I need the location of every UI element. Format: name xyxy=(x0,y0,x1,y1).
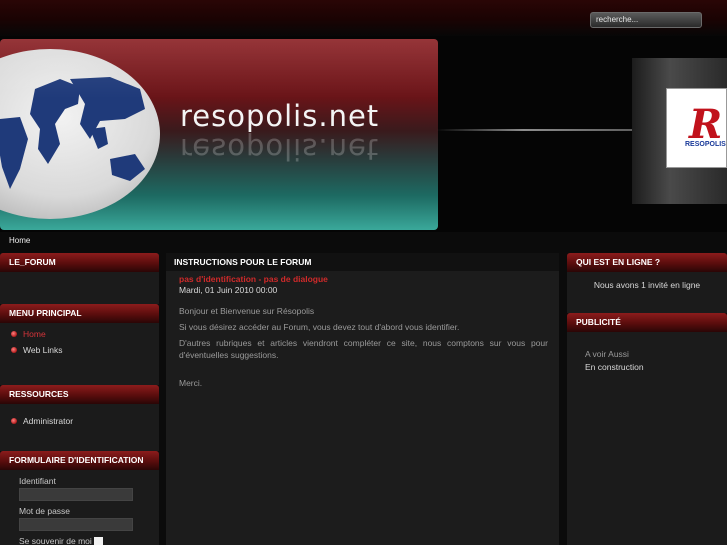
username-field[interactable] xyxy=(19,488,133,501)
right-column: QUI EST EN LIGNE ? Nous avons 1 invité e… xyxy=(567,253,727,545)
ressources-body: Administrator xyxy=(0,404,159,451)
site-title-reflection: resopolis.net xyxy=(180,132,380,166)
breadcrumb[interactable]: Home xyxy=(9,236,30,245)
pub-title: PUBLICITÉ xyxy=(567,313,727,332)
ressources-title: RESSOURCES xyxy=(0,385,159,404)
remember-label: Se souvenir de moi xyxy=(19,536,92,545)
article-paragraph: Merci. xyxy=(179,378,203,388)
menu-item-web-links[interactable]: Web Links xyxy=(0,342,159,358)
article-body: Bonjour et Bienvenue sur Résopolis Si vo… xyxy=(166,295,559,389)
menu-body: Home Web Links xyxy=(0,323,159,385)
le-forum-title: LE_FORUM xyxy=(0,253,159,272)
article-paragraph: D'autres rubriques et articles viendront… xyxy=(179,338,548,360)
menu-item-label: Administrator xyxy=(23,416,74,426)
pub-line-1: A voir Aussi xyxy=(585,349,629,359)
pub-line-2: En construction xyxy=(585,362,644,372)
main-content: INSTRUCTIONS POUR LE FORUM pas d'identif… xyxy=(166,253,559,545)
search-input[interactable]: recherche... xyxy=(590,12,702,28)
article-paragraph: Bonjour et Bienvenue sur Résopolis xyxy=(179,306,315,316)
bullet-icon xyxy=(11,331,17,337)
password-field[interactable] xyxy=(19,518,133,531)
article-title[interactable]: pas d'identification - pas de dialogue xyxy=(166,271,559,284)
remember-row: Se souvenir de moi xyxy=(0,535,159,545)
menu-item-administrator[interactable]: Administrator xyxy=(0,413,159,429)
menu-item-label: Web Links xyxy=(23,345,63,355)
online-title: QUI EST EN LIGNE ? xyxy=(567,253,727,272)
main-title: INSTRUCTIONS POUR LE FORUM xyxy=(166,253,559,271)
pub-body: A voir Aussi En construction xyxy=(567,332,727,545)
top-bar: recherche... xyxy=(0,0,727,36)
bullet-icon xyxy=(11,418,17,424)
login-body: Identifiant Mot de passe Se souvenir de … xyxy=(0,470,159,545)
menu-item-label: Home xyxy=(23,329,46,339)
site-title: resopolis.net xyxy=(180,99,380,133)
username-label: Identifiant xyxy=(19,476,56,486)
login-title: FORMULAIRE D'IDENTIFICATION xyxy=(0,451,159,470)
remember-checkbox[interactable] xyxy=(93,536,103,545)
password-label: Mot de passe xyxy=(19,506,71,516)
online-body: Nous avons 1 invité en ligne xyxy=(567,272,727,313)
resopolis-logo: R RESOPOLIS xyxy=(666,88,727,168)
le-forum-body xyxy=(0,272,159,304)
left-column: LE_FORUM MENU PRINCIPAL Home Web Links R… xyxy=(0,253,159,545)
banner-shine xyxy=(0,39,438,99)
header-banner: resopolis.net resopolis.net R RESOPOLIS xyxy=(0,36,727,232)
menu-title: MENU PRINCIPAL xyxy=(0,304,159,323)
online-text: Nous avons 1 invité en ligne xyxy=(593,280,701,290)
bullet-icon xyxy=(11,347,17,353)
banner-image: resopolis.net resopolis.net xyxy=(0,39,438,230)
menu-item-home[interactable]: Home xyxy=(0,326,159,342)
logo-text: RESOPOLIS xyxy=(685,141,726,148)
article-paragraph: Si vous désirez accéder au Forum, vous d… xyxy=(179,322,460,332)
article-date: Mardi, 01 Juin 2010 00:00 xyxy=(179,285,278,295)
